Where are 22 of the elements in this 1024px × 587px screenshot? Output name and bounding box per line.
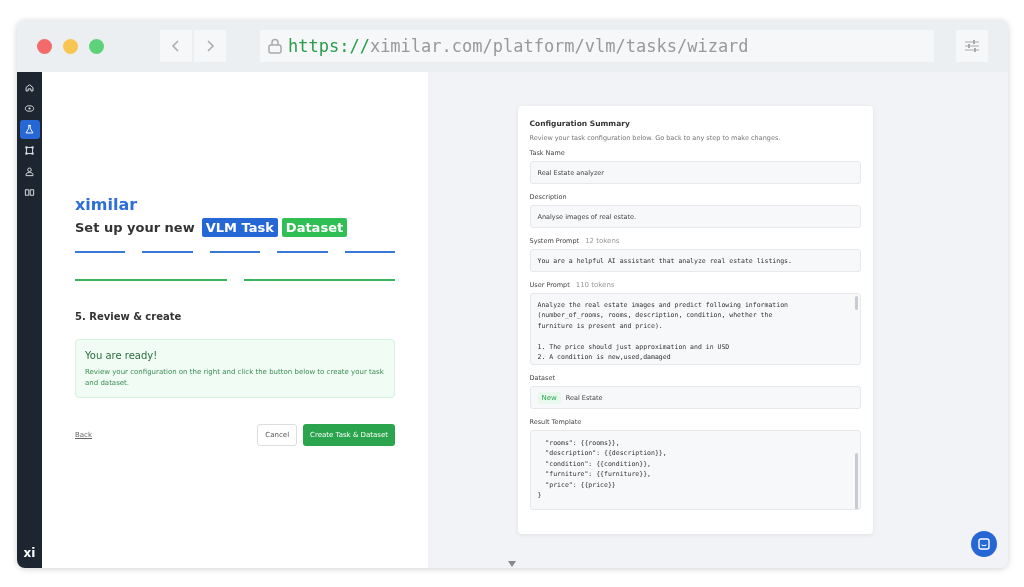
sliders-icon	[964, 39, 980, 53]
url-text: https://ximilar.com/platform/vlm/tasks/wizard	[288, 36, 749, 56]
maximize-dot[interactable]	[89, 38, 104, 54]
minimize-dot[interactable]	[63, 38, 78, 54]
task-badge: VLM Task	[201, 217, 278, 237]
chevron-left-icon	[171, 39, 181, 53]
heading: Set up your new	[75, 219, 195, 235]
footer-logo[interactable]: xi	[23, 546, 36, 560]
close-dot[interactable]	[37, 38, 52, 54]
chat-icon	[978, 538, 990, 550]
notice-title: You are ready!	[85, 349, 159, 361]
caret-icon[interactable]	[508, 561, 516, 568]
lock-icon	[268, 38, 282, 54]
dataset-badge: Dataset	[281, 217, 348, 237]
scrollbar-thumb[interactable]	[854, 453, 858, 509]
settings-button[interactable]	[956, 30, 988, 62]
logo: ximilar	[75, 194, 138, 214]
step-title: 5. Review & create	[75, 310, 183, 322]
scrollbar-thumb[interactable]	[854, 296, 858, 310]
flask-icon[interactable]	[19, 120, 40, 139]
chat-button[interactable]	[971, 531, 997, 557]
chevron-right-icon	[205, 39, 215, 53]
